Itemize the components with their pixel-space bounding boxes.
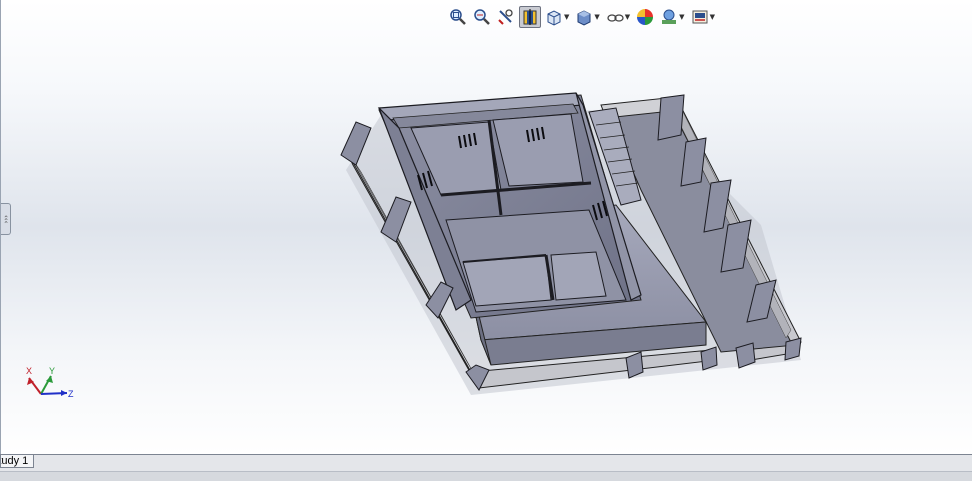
status-bar [0,471,972,481]
edit-appearance-button[interactable] [634,6,656,28]
zoom-to-area-button[interactable] [471,6,493,28]
reference-triad: X Y Z [26,366,74,399]
room-lower-left [462,255,552,307]
edit-appearance-icon [637,9,654,25]
view-toolbar: ▼ ▼ ▼ ▼ ▼ [447,6,717,28]
room-lower-right [550,251,607,301]
view-orientation-icon [547,10,561,26]
hide-show-items-icon [607,14,624,22]
chevron-down-icon[interactable]: ▼ [564,13,569,21]
side-panel-handle[interactable]: ‹‹‹ [1,203,11,235]
apply-scene-icon [662,9,677,24]
zoom-to-fit-icon [450,9,466,25]
triad-z-label: Z [68,389,74,399]
room-top-right [492,113,584,187]
tab-label: Study 1 [1,455,29,467]
zoom-to-fit-button[interactable] [447,6,469,28]
chevron-down-icon[interactable]: ▼ [594,13,599,21]
zoom-to-area-icon [474,9,490,25]
hide-show-items-button[interactable]: ▼ [604,6,632,28]
triad-x-label: X [26,366,32,376]
previous-view-icon [498,9,513,25]
view-orientation-button[interactable]: ▼ [543,6,571,28]
expand-arrows-icon: ‹‹‹ [2,214,10,224]
display-style-button[interactable]: ▼ [573,6,601,28]
chevron-down-icon[interactable]: ▼ [625,13,630,21]
section-view-icon [523,9,537,25]
view-settings-icon [692,10,708,24]
chevron-down-icon[interactable]: ▼ [710,13,715,21]
bottom-tab-bar: Study 1 [0,454,972,481]
display-style-icon [577,10,591,26]
chevron-down-icon[interactable]: ▼ [679,13,684,21]
view-settings-button[interactable]: ▼ [689,6,717,28]
triad-y-label: Y [49,366,55,376]
tab-study-1[interactable]: Study 1 [0,455,34,468]
house-floorplan-model[interactable] [1,0,972,454]
section-view-button[interactable] [519,6,541,28]
previous-view-button[interactable] [495,6,517,28]
graphics-area[interactable]: ▼ ▼ ▼ ▼ ▼ ‹‹‹ X Y Z [0,0,972,454]
apply-scene-button[interactable]: ▼ [658,6,686,28]
